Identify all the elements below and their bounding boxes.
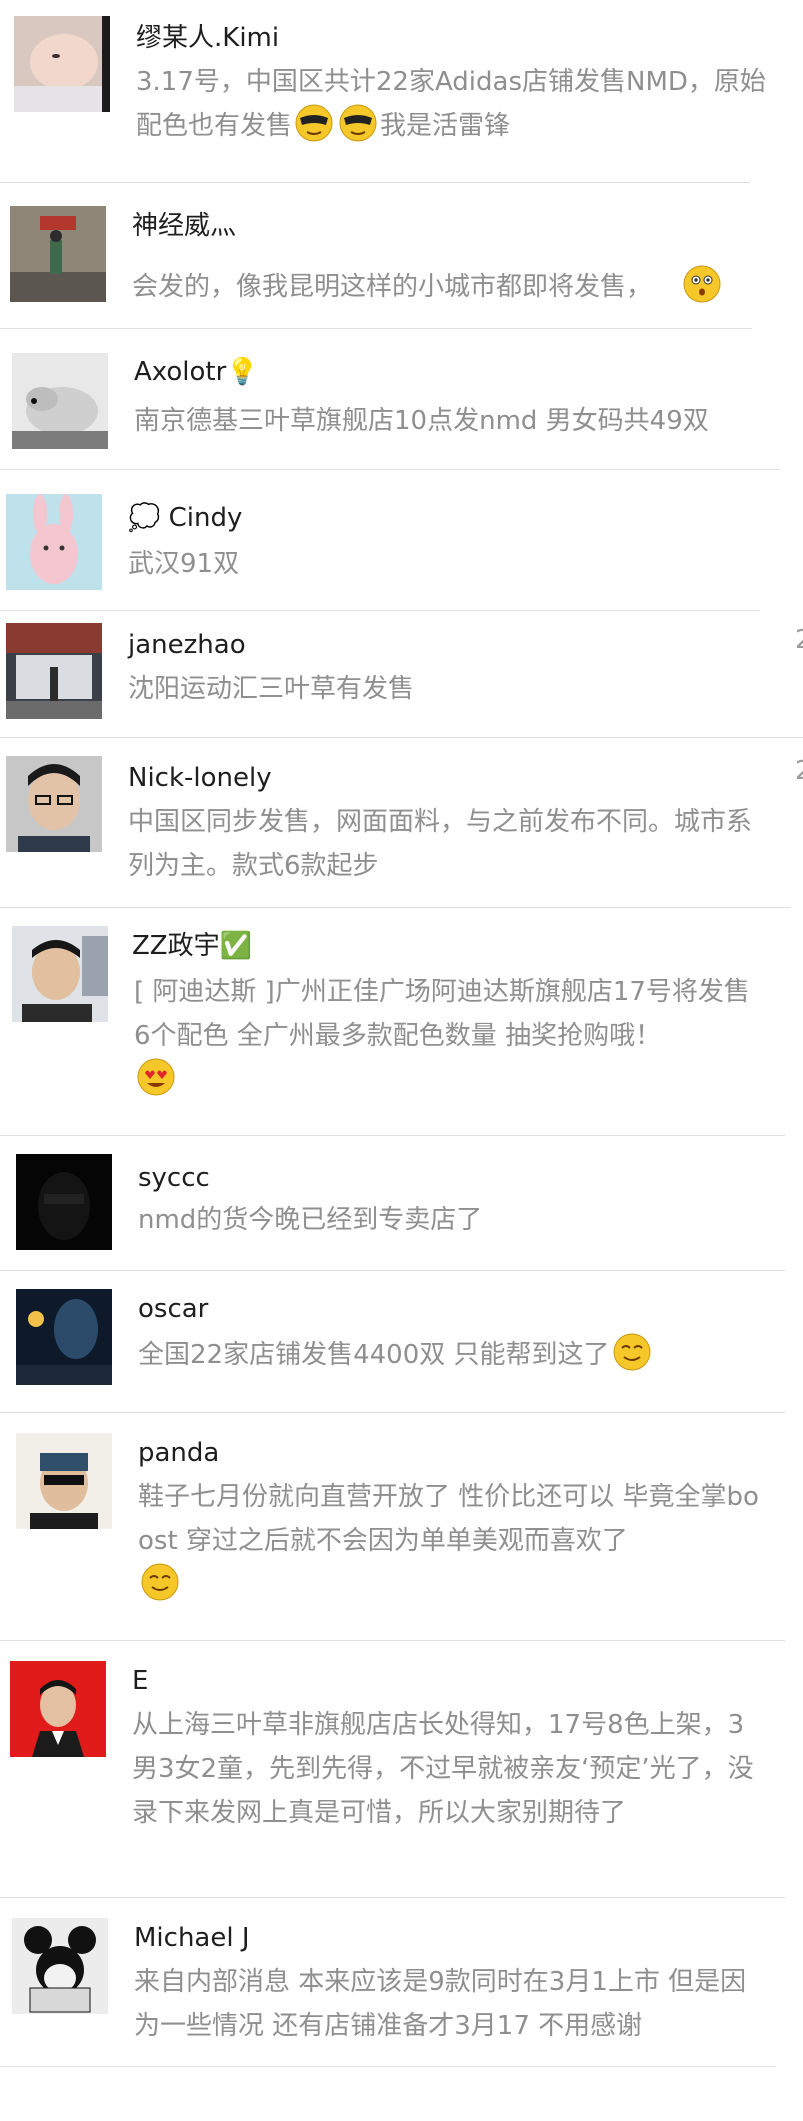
avatar[interactable]	[6, 494, 102, 590]
list-item[interactable]: 💭 Cindy 武汉91双	[0, 470, 803, 610]
avatar[interactable]	[16, 1433, 112, 1529]
user-name[interactable]: 缪某人.Kimi	[136, 22, 279, 54]
divider	[0, 2066, 775, 2067]
avatar[interactable]	[6, 756, 102, 852]
list-item[interactable]: panda 鞋子七月份就向直营开放了 性价比还可以 毕竟全掌boost 穿过之后…	[0, 1413, 803, 1640]
comment-text: 中国区同步发售，网面面料，与之前发布不同。城市系列为主。款式6款起步	[128, 807, 753, 881]
smile-face-icon	[612, 1332, 652, 1372]
user-name[interactable]: E	[132, 1665, 148, 1697]
avatar[interactable]	[12, 1918, 108, 2014]
list-item[interactable]: 缪某人.Kimi 3.17号，中国区共计22家Adidas店铺发售NMD，原始配…	[0, 0, 803, 182]
user-name[interactable]: 神经威灬	[132, 210, 236, 242]
avatar[interactable]	[6, 623, 102, 719]
list-item[interactable]: ZZ政宇✅ [ 阿迪达斯 ]广州正佳广场阿迪达斯旗舰店17号将发售6个配色 全广…	[0, 908, 803, 1135]
edge-text: 2	[795, 756, 803, 786]
list-item[interactable]: janezhao 沈阳运动汇三叶草有发售 2	[0, 611, 803, 737]
list-item[interactable]: oscar 全国22家店铺发售4400双 只能帮到这了	[0, 1271, 803, 1412]
heart-eyes-icon	[136, 1057, 176, 1097]
avatar[interactable]	[12, 353, 108, 449]
comment-text: [ 阿迪达斯 ]广州正佳广场阿迪达斯旗舰店17号将发售6个配色 全广州最多款配色…	[134, 970, 764, 1102]
list-item[interactable]: E 从上海三叶草非旗舰店店长处得知，17号8色上架，3男3女2童，先到先得，不过…	[0, 1641, 803, 1897]
avatar[interactable]	[10, 206, 106, 302]
list-item[interactable]: 神经威灬 会发的，像我昆明这样的小城市都即将发售，	[0, 183, 803, 328]
mask-face-icon	[294, 103, 334, 143]
user-name[interactable]: oscar	[138, 1293, 208, 1325]
user-name[interactable]: panda	[138, 1437, 219, 1469]
list-item[interactable]: Axolotr💡 南京德基三叶草旗舰店10点发nmd 男女码共49双	[0, 329, 803, 469]
user-name[interactable]: syccc	[138, 1162, 210, 1194]
user-name[interactable]: Axolotr💡	[134, 356, 259, 388]
user-name[interactable]: Michael J	[134, 1922, 250, 1954]
comment-text: 沈阳运动汇三叶草有发售	[128, 674, 415, 704]
comment-text: 会发的，像我昆明这样的小城市都即将发售，	[132, 265, 762, 309]
smile-face-icon	[140, 1562, 180, 1602]
avatar[interactable]	[12, 926, 108, 1022]
user-name[interactable]: 💭 Cindy	[128, 502, 242, 534]
edge-text: 2	[795, 625, 803, 655]
avatar[interactable]	[16, 1289, 112, 1385]
comment-text: 南京德基三叶草旗舰店10点发nmd 男女码共49双	[134, 406, 709, 436]
list-item[interactable]: Michael J 来自内部消息 本来应该是9款同时在3月1上市 但是因为一些情…	[0, 1898, 803, 2066]
comment-text: nmd的货今晚已经到专卖店了	[138, 1205, 483, 1235]
comment-text: 3.17号，中国区共计22家Adidas店铺发售NMD，原始配色也有发售 我是活雷…	[136, 67, 766, 143]
mask-face-icon	[338, 103, 378, 143]
list-item[interactable]: syccc nmd的货今晚已经到专卖店了	[0, 1136, 803, 1270]
list-item[interactable]: Nick-lonely 中国区同步发售，网面面料，与之前发布不同。城市系列为主。…	[0, 738, 803, 907]
user-name[interactable]: janezhao	[128, 629, 246, 661]
comment-text: 从上海三叶草非旗舰店店长处得知，17号8色上架，3男3女2童，先到先得，不过早就…	[132, 1710, 754, 1828]
surprised-face-icon	[682, 264, 722, 304]
user-name[interactable]: Nick-lonely	[128, 762, 272, 794]
comment-text: 全国22家店铺发售4400双 只能帮到这了	[138, 1333, 768, 1377]
avatar[interactable]	[14, 16, 110, 112]
comment-text: 鞋子七月份就向直营开放了 性价比还可以 毕竟全掌boost 穿过之后就不会因为单…	[138, 1475, 768, 1607]
comment-text: 武汉91双	[128, 549, 240, 579]
avatar[interactable]	[10, 1661, 106, 1757]
avatar[interactable]	[16, 1154, 112, 1250]
user-name[interactable]: ZZ政宇✅	[132, 930, 252, 962]
comment-text: 来自内部消息 本来应该是9款同时在3月1上市 但是因为一些情况 还有店铺准备才3…	[134, 1967, 747, 2041]
